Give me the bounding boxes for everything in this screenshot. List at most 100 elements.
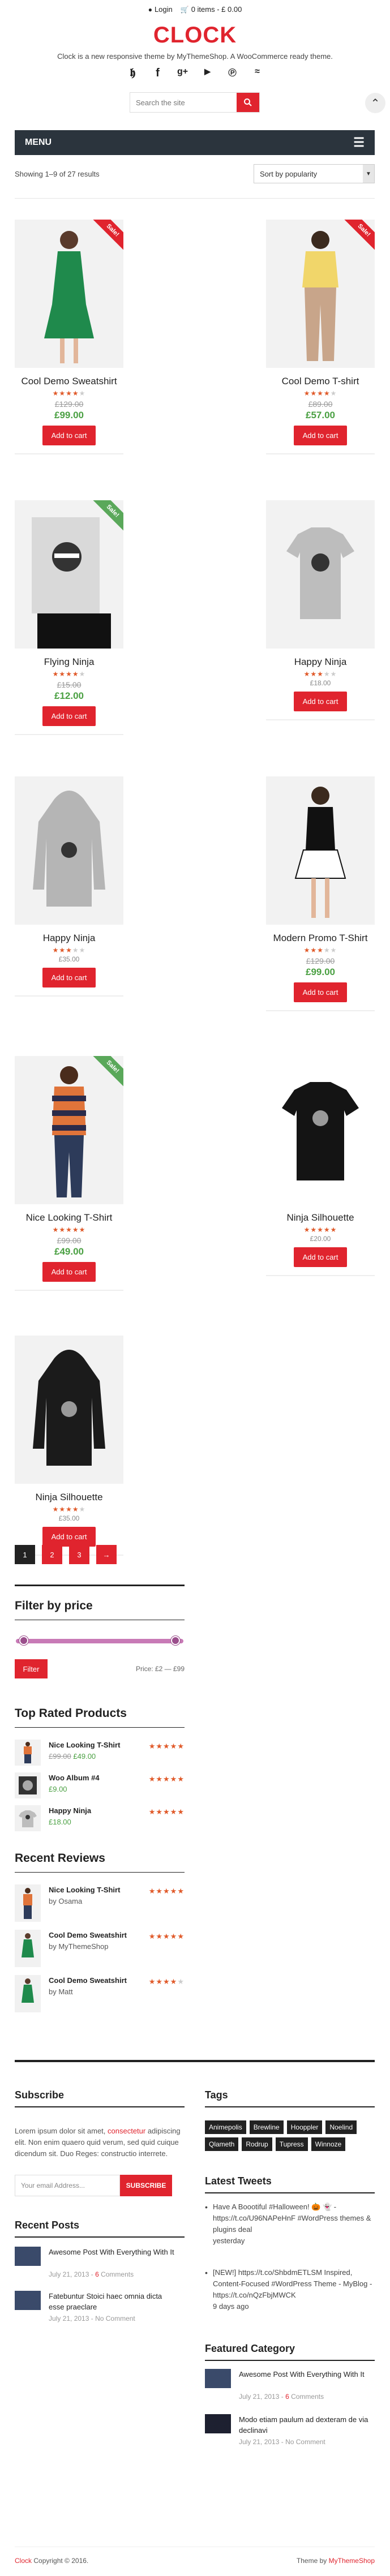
star-rating: ★★★★★: [303, 389, 337, 397]
footer-widget-title: Tags: [205, 2089, 228, 2101]
product-name[interactable]: Nice Looking T-Shirt: [15, 1212, 123, 1223]
product-image[interactable]: Sale!: [15, 220, 123, 368]
tag-link[interactable]: Hooppler: [286, 2120, 323, 2134]
price-range-label: Price: £2 — £99: [135, 1665, 185, 1673]
divider: [15, 995, 123, 997]
slider-min-handle[interactable]: [19, 1636, 28, 1645]
facebook-icon[interactable]: f: [151, 67, 165, 80]
result-count: Showing 1–9 of 27 results: [15, 170, 100, 178]
tag-link[interactable]: Tupress: [275, 2137, 308, 2151]
user-icon: ●: [148, 5, 152, 14]
product-name[interactable]: Modern Promo T-Shirt: [266, 933, 375, 944]
list-item[interactable]: Cool Demo Sweatshirt by Matt ★★★★★: [15, 1975, 185, 2012]
add-to-cart-button[interactable]: Add to cart: [293, 692, 348, 711]
tag-link[interactable]: Winnoze: [311, 2137, 346, 2151]
tag-link[interactable]: Brewline: [249, 2120, 284, 2134]
tweet-item[interactable]: • [NEW!] https://t.co/ShbdmETLSM Inspire…: [205, 2267, 375, 2312]
product-name[interactable]: Cool Demo Sweatshirt: [15, 376, 123, 387]
add-to-cart-button[interactable]: Add to cart: [42, 706, 96, 726]
product-card: Sale! Cool Demo T-shirt ★★★★★ £89.00 £57…: [266, 220, 375, 454]
add-to-cart-button[interactable]: Add to cart: [293, 982, 348, 1002]
add-to-cart-button[interactable]: Add to cart: [293, 1247, 348, 1267]
star-rating: ★★★★★: [148, 1808, 185, 1816]
list-item[interactable]: Nice Looking T-Shirt £99.00 £49.00 ★★★★★: [15, 1740, 185, 1768]
product-thumbnail: [15, 1805, 41, 1831]
model-photo: [44, 231, 94, 363]
list-item[interactable]: Happy Ninja £18.00 ★★★★★: [15, 1805, 185, 1834]
googleplus-icon[interactable]: g+: [175, 67, 190, 80]
product-image[interactable]: Sale!: [15, 500, 123, 649]
post-item[interactable]: Modo etiam paulum ad dexteram de via dec…: [205, 2414, 375, 2448]
divider: [15, 1727, 185, 1728]
search-button[interactable]: [237, 93, 259, 112]
slider-max-handle[interactable]: [171, 1636, 181, 1645]
post-item[interactable]: Awesome Post With Everything With It Jul…: [15, 2247, 185, 2281]
tag-link[interactable]: Animepolis: [205, 2120, 246, 2134]
add-to-cart-button[interactable]: Add to cart: [42, 968, 96, 988]
list-item[interactable]: Nice Looking T-Shirt by Osama ★★★★★: [15, 1884, 185, 1922]
product-price: £99.00: [306, 967, 335, 977]
product-name[interactable]: Flying Ninja: [15, 656, 123, 668]
price-slider[interactable]: [16, 1636, 183, 1645]
add-to-cart-button[interactable]: Add to cart: [42, 1527, 96, 1547]
divider: [15, 1585, 185, 1586]
page-3[interactable]: 3: [69, 1545, 89, 1564]
post-item[interactable]: Fatebuntur Stoici haec omnia dicta esse …: [15, 2291, 185, 2325]
product-price: £99.00: [54, 410, 84, 420]
star-rating: ★★★★★: [148, 1887, 185, 1895]
old-price: £89.00: [308, 400, 333, 409]
sort-select[interactable]: Sort by popularity ▼: [254, 164, 375, 183]
divider: [266, 719, 375, 720]
main-menu-toggle[interactable]: MENU ☰: [15, 130, 375, 155]
product-card: Modern Promo T-Shirt ★★★★★ £129.00 £99.0…: [266, 776, 375, 1011]
search-input[interactable]: [130, 93, 237, 112]
product-image[interactable]: [15, 1336, 123, 1484]
product-image[interactable]: [15, 776, 123, 925]
subscribe-text: Lorem ipsum dolor sit amet, consectetur …: [15, 2127, 181, 2158]
footer-widget-title: Recent Posts: [15, 2219, 80, 2231]
tag-link[interactable]: Qlameth: [205, 2137, 239, 2151]
product-image[interactable]: [266, 1056, 375, 1204]
add-to-cart-button[interactable]: Add to cart: [42, 426, 96, 445]
post-item[interactable]: Awesome Post With Everything With It Jul…: [205, 2369, 375, 2403]
cart-link[interactable]: 🛒 0 items - £ 0.00: [181, 5, 242, 14]
product-thumbnail: [15, 1930, 41, 1967]
tweet-item[interactable]: • Have A Boootiful #Halloween! 🎃 👻 - htt…: [205, 2201, 375, 2247]
tag-link[interactable]: Noelind: [325, 2120, 357, 2134]
product-name[interactable]: Happy Ninja: [266, 656, 375, 668]
scroll-top-button[interactable]: ⌃: [365, 93, 385, 113]
product-name[interactable]: Ninja Silhouette: [266, 1212, 375, 1223]
product-image[interactable]: Sale!: [15, 1056, 123, 1204]
product-price: £20.00: [310, 1235, 331, 1243]
page-2[interactable]: 2: [42, 1545, 62, 1564]
product-name[interactable]: Ninja Silhouette: [15, 1492, 123, 1503]
rss-icon[interactable]: ≈: [250, 67, 265, 80]
product-name[interactable]: Cool Demo T-shirt: [266, 376, 375, 387]
login-link[interactable]: ● Login: [148, 5, 173, 14]
youtube-icon[interactable]: ▶: [200, 67, 215, 80]
product-price: £12.00: [54, 690, 84, 701]
next-page[interactable]: →: [96, 1545, 117, 1564]
pinterest-icon[interactable]: ℗: [225, 67, 240, 80]
filter-button[interactable]: Filter: [15, 1659, 48, 1678]
product-price: £35.00: [58, 1514, 80, 1522]
divider: [205, 2360, 375, 2361]
add-to-cart-button[interactable]: Add to cart: [293, 426, 348, 445]
list-item[interactable]: Woo Album #4 £9.00 ★★★★★: [15, 1772, 185, 1801]
add-to-cart-button[interactable]: Add to cart: [42, 1262, 96, 1282]
product-image[interactable]: Sale!: [266, 220, 375, 368]
product-image[interactable]: [266, 776, 375, 925]
page-1[interactable]: 1: [15, 1545, 35, 1564]
subscribe-button[interactable]: SUBSCRIBE: [120, 2175, 172, 2196]
email-field[interactable]: Your email Address...: [15, 2175, 120, 2196]
tshirt-photo: [286, 527, 354, 619]
list-item[interactable]: Cool Demo Sweatshirt by MyThemeShop ★★★★…: [15, 1930, 185, 1967]
twitter-icon[interactable]: 𝖍: [126, 67, 140, 80]
tag-cloud: Animepolis Brewline Hooppler Noelind Qla…: [205, 2120, 375, 2151]
product-image[interactable]: [266, 500, 375, 649]
product-name[interactable]: Happy Ninja: [15, 933, 123, 944]
bullet-icon: •: [205, 2203, 208, 2212]
tag-link[interactable]: Rodrup: [242, 2137, 272, 2151]
product-card: Happy Ninja ★★★★★ £35.00 Add to cart: [15, 776, 123, 997]
site-logo[interactable]: CLOCK: [0, 23, 390, 48]
